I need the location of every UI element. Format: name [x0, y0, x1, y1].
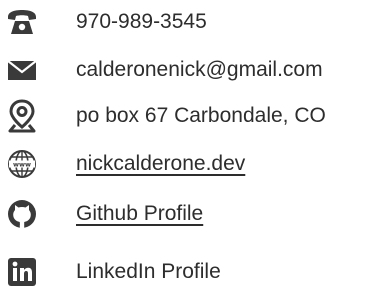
- phone-icon: [6, 6, 38, 38]
- linkedin-icon: [6, 256, 38, 288]
- email-address: calderonenick@gmail.com: [76, 58, 323, 81]
- mailing-address: po box 67 Carbondale, CO: [76, 104, 326, 127]
- globe-www-icon: www: [6, 148, 38, 180]
- contact-row-address: po box 67 Carbondale, CO: [0, 96, 369, 136]
- contact-row-linkedin[interactable]: LinkedIn Profile: [0, 252, 369, 292]
- envelope-icon: [6, 54, 38, 86]
- contact-row-phone: 970-989-3545: [0, 2, 369, 42]
- website-link[interactable]: nickcalderone.dev: [76, 150, 245, 178]
- linkedin-profile-label[interactable]: LinkedIn Profile: [76, 258, 221, 286]
- phone-number: 970-989-3545: [76, 10, 207, 33]
- contact-list: 970-989-3545 calderonenick@gmail.com po …: [0, 0, 369, 292]
- contact-row-email: calderonenick@gmail.com: [0, 50, 369, 90]
- contact-row-website[interactable]: www nickcalderone.dev: [0, 144, 369, 184]
- github-profile-link[interactable]: Github Profile: [76, 200, 203, 228]
- contact-row-github[interactable]: Github Profile: [0, 194, 369, 234]
- svg-text:www: www: [13, 161, 31, 169]
- github-icon: [6, 198, 38, 230]
- map-pin-icon: [6, 99, 38, 133]
